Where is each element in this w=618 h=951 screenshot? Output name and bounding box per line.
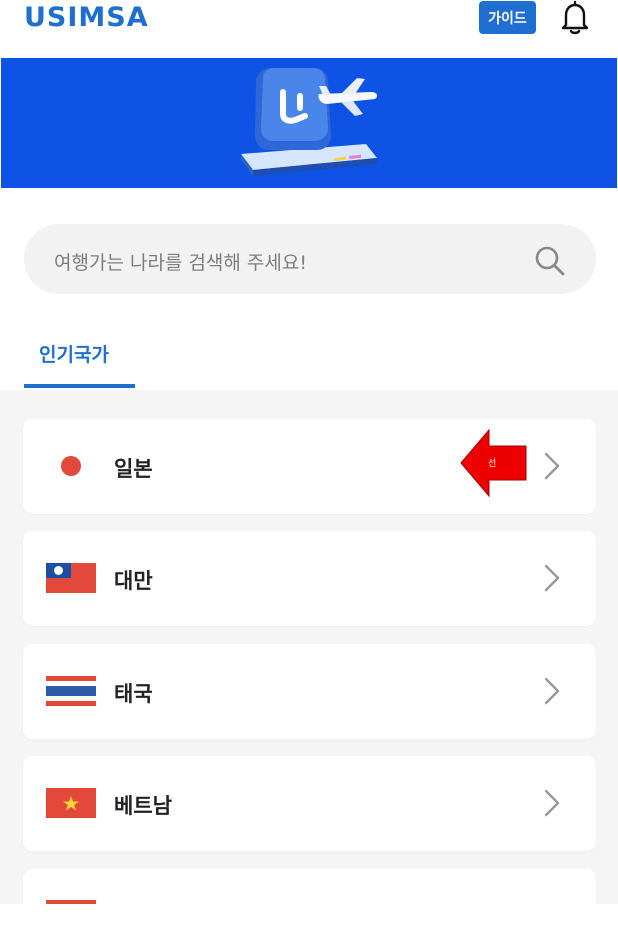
taiwan-flag-icon — [46, 563, 96, 593]
guide-button[interactable]: 가이드 — [479, 1, 536, 34]
chevron-right-icon — [544, 677, 560, 705]
partial-flag-icon — [46, 900, 96, 904]
search-icon[interactable] — [532, 243, 568, 279]
country-search-bar[interactable]: 여행가는 나라를 검색해 주세요! — [24, 224, 596, 294]
country-item-thailand[interactable]: 태국 — [23, 644, 596, 739]
tab-bar: 인기국가 — [24, 323, 594, 389]
active-tab-indicator — [24, 384, 135, 388]
chevron-right-icon — [544, 452, 560, 480]
country-item-partial[interactable] — [23, 869, 596, 904]
bell-icon[interactable] — [558, 0, 592, 36]
country-item-taiwan[interactable]: 대만 — [23, 531, 596, 626]
thailand-flag-icon — [46, 676, 96, 706]
country-name: 대만 — [114, 569, 153, 593]
tab-popular-countries[interactable]: 인기국가 — [39, 340, 109, 367]
country-name: 일본 — [114, 457, 153, 481]
callout-label: 선 — [488, 459, 497, 469]
chevron-right-icon — [544, 789, 560, 817]
search-input[interactable]: 여행가는 나라를 검색해 주세요! — [54, 248, 307, 275]
app-header: USIMSA 가이드 — [0, 0, 618, 58]
promo-banner[interactable] — [1, 58, 617, 188]
country-name: 베트남 — [114, 794, 172, 818]
vietnam-flag-icon — [46, 788, 96, 818]
country-item-vietnam[interactable]: 베트남 — [23, 756, 596, 851]
usimsa-logo[interactable]: USIMSA — [24, 2, 149, 33]
japan-flag-icon — [61, 456, 81, 476]
banner-illustration — [241, 68, 378, 176]
country-name: 태국 — [114, 682, 153, 706]
chevron-right-icon — [544, 564, 560, 592]
